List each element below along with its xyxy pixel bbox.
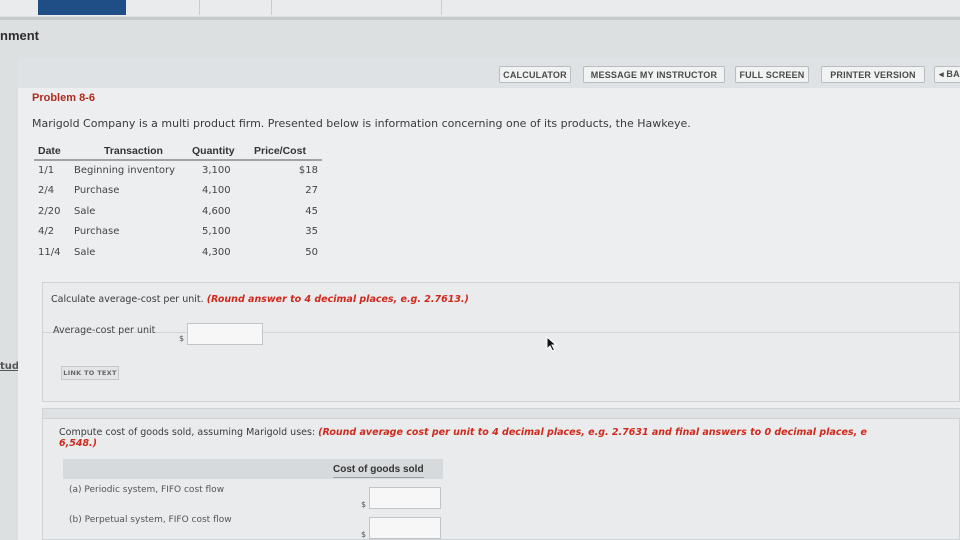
toolbar: CALCULATOR MESSAGE MY INSTRUCTOR FULL SC… [18,58,960,88]
row-price: $18 [298,165,318,177]
inventory-table: Date Transaction Quantity Price/Cost 1/1… [34,139,322,263]
row-transaction: Sale [74,205,96,217]
part2-instruction: (Round average cost per unit to 4 decima… [318,427,867,438]
row-date: 4/2 [38,226,55,238]
row-price: 27 [305,185,318,197]
row-quantity: 3,100 [202,165,231,177]
part2-question-text: Compute cost of goods sold, assuming Mar… [59,427,316,438]
part2-header-band [43,409,960,419]
part1-question: Calculate average-cost per unit. (Round … [51,294,469,305]
currency-symbol: $ [361,530,367,539]
header-quantity: Quantity [188,139,250,161]
header-price: Price/Cost [250,139,322,161]
row-quantity: 4,300 [202,246,231,258]
row-transaction: Beginning inventory [74,165,176,177]
row-date: 1/1 [38,165,55,177]
calculator-button[interactable]: CALCULATOR [499,66,571,83]
table-row: 2/20 Sale 4,600 45 [34,201,322,222]
row-date: 2/4 [38,185,55,197]
problem-intro: Marigold Company is a multi product firm… [32,117,691,130]
problem-panel: CALCULATOR MESSAGE MY INSTRUCTOR FULL SC… [18,58,960,540]
table-row: 1/1 Beginning inventory 3,100 $18 [34,160,322,181]
row-price: 45 [305,205,318,217]
assignment-title: nment [0,28,39,43]
link-to-text-button[interactable]: LINK TO TEXT [61,366,119,380]
back-button[interactable]: ◂ BA [934,66,960,83]
average-cost-label: Average-cost per unit [53,325,156,336]
part1-question-text: Calculate average-cost per unit. [51,294,204,305]
full-screen-button[interactable]: FULL SCREEN [735,66,809,83]
part2-instruction-cont: 6,548.) [59,438,97,449]
header-transaction: Transaction [70,139,188,161]
header-date: Date [34,139,70,161]
part1-question-area: Calculate average-cost per unit. (Round … [43,283,960,333]
row-price: 35 [305,226,318,238]
nav-divider [0,17,960,20]
nav-tab-4[interactable] [272,0,442,15]
row-label-periodic-fifo: (a) Periodic system, FIFO cost flow [69,485,225,495]
mouse-cursor-icon [546,336,558,352]
part2-section: Compute cost of goods sold, assuming Mar… [42,408,960,540]
problem-title: Problem 8-6 [32,92,95,104]
part1-instruction: (Round answer to 4 decimal places, e.g. … [206,294,469,305]
table-row: 4/2 Purchase 5,100 35 [34,222,322,243]
row-quantity: 5,100 [202,226,231,238]
row-date: 2/20 [38,205,61,217]
currency-symbol: $ [361,500,367,509]
top-nav [0,0,960,16]
row-quantity: 4,600 [202,205,231,217]
table-row: 2/4 Purchase 4,100 27 [34,181,322,202]
printer-version-button[interactable]: PRINTER VERSION [821,66,925,83]
row-label-perpetual-fifo: (b) Perpetual system, FIFO cost flow [69,515,232,525]
part1-section: Calculate average-cost per unit. (Round … [42,282,960,402]
nav-tab-2[interactable] [130,0,200,15]
table-row: 11/4 Sale 4,300 50 [34,242,322,263]
cogs-periodic-fifo-input[interactable] [369,487,441,509]
nav-tab-assignment[interactable] [38,0,126,15]
cogs-column-header: Cost of goods sold [333,464,424,478]
table-header-row: Date Transaction Quantity Price/Cost [34,139,322,161]
row-transaction: Purchase [74,226,120,238]
cogs-perpetual-fifo-input[interactable] [369,517,441,539]
currency-symbol: $ [179,334,185,343]
row-transaction: Purchase [74,185,120,197]
part2-question: Compute cost of goods sold, assuming Mar… [59,427,867,449]
row-price: 50 [305,246,318,258]
row-transaction: Sale [74,246,96,258]
nav-tab-3[interactable] [200,0,272,15]
message-instructor-button[interactable]: MESSAGE MY INSTRUCTOR [583,66,725,83]
row-date: 11/4 [38,246,61,258]
row-quantity: 4,100 [202,185,231,197]
average-cost-input[interactable] [187,323,263,345]
